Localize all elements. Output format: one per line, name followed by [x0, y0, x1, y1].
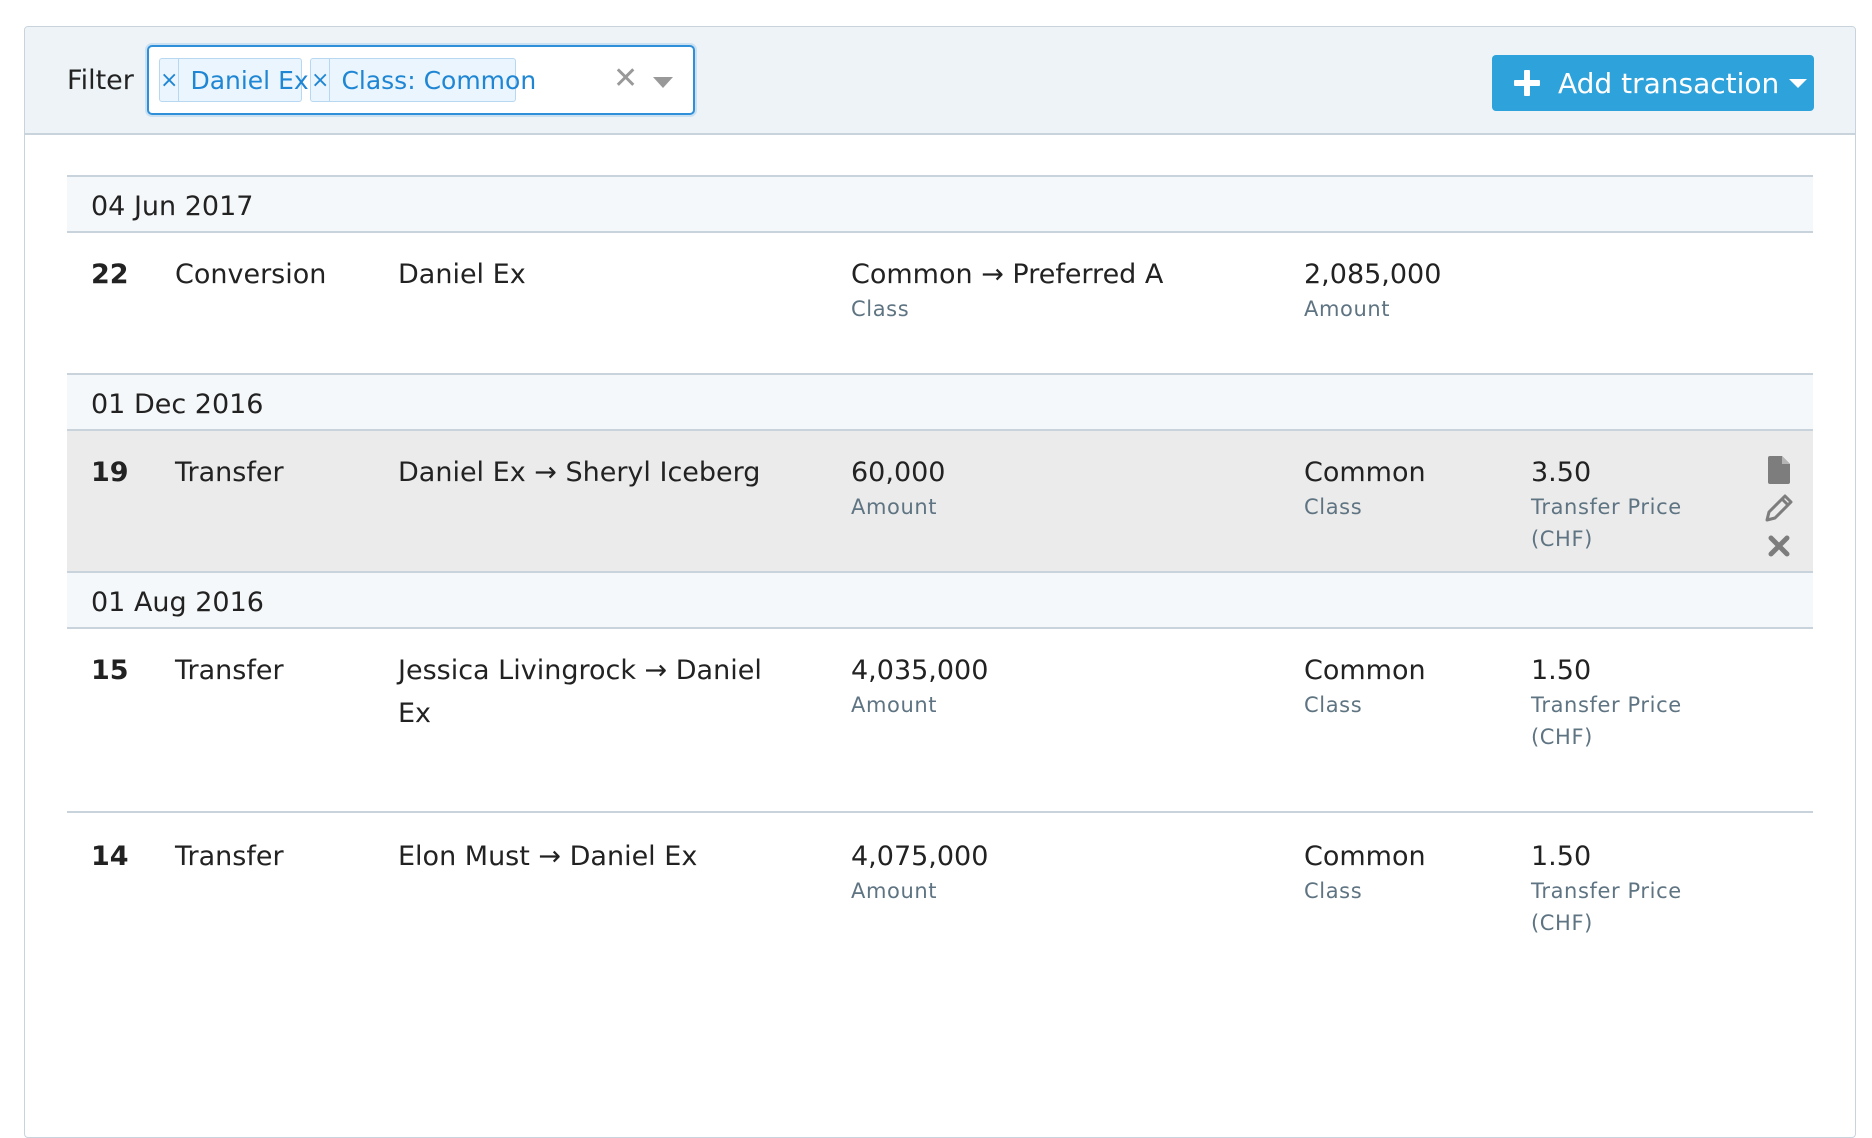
- class-value: Common: [1304, 655, 1426, 686]
- add-transaction-label: Add transaction: [1558, 66, 1780, 100]
- amount-label: Amount: [1304, 297, 1391, 321]
- amount-value: 60,000: [851, 457, 946, 488]
- transfer-price-label: Transfer Price (CHF): [1531, 495, 1682, 551]
- date-group-header: 04 Jun 2017: [67, 175, 1813, 233]
- transaction-number: 22: [91, 259, 129, 290]
- filter-label: Filter: [67, 65, 134, 96]
- transaction-type: Transfer: [175, 655, 284, 686]
- filter-chip-person: × Daniel Ex: [159, 58, 309, 102]
- amount-value: 4,035,000: [851, 655, 989, 686]
- transaction-row[interactable]: 15 Transfer Jessica Livingrock → Daniel …: [67, 629, 1813, 811]
- transaction-parties: Daniel Ex: [398, 259, 526, 290]
- transactions-panel: Filter × Daniel Ex × Class: Common ✕ Add…: [24, 26, 1856, 1138]
- amount-value: 2,085,000: [1304, 259, 1442, 290]
- transaction-number: 19: [91, 457, 129, 488]
- amount-label: Amount: [851, 693, 938, 717]
- amount-label: Amount: [851, 495, 938, 519]
- clear-filter-icon[interactable]: ✕: [613, 64, 638, 94]
- chip-remove-icon[interactable]: ×: [160, 59, 180, 101]
- transaction-type: Conversion: [175, 259, 327, 290]
- transaction-row[interactable]: 22 Conversion Daniel Ex Common → Preferr…: [67, 233, 1813, 373]
- document-icon[interactable]: [1763, 453, 1795, 487]
- transaction-row[interactable]: 14 Transfer Elon Must → Daniel Ex 4,075,…: [67, 811, 1813, 991]
- group-date: 04 Jun 2017: [91, 191, 254, 222]
- class-value: Common: [1304, 457, 1426, 488]
- chevron-down-icon: [1789, 78, 1808, 88]
- add-transaction-button[interactable]: Add transaction: [1492, 55, 1814, 111]
- dropdown-caret-icon[interactable]: [653, 77, 673, 88]
- transaction-type: Transfer: [175, 457, 284, 488]
- transaction-type: Transfer: [175, 841, 284, 872]
- transaction-parties: Jessica Livingrock → Daniel Ex: [398, 655, 762, 729]
- transfer-price-value: 1.50: [1531, 655, 1592, 686]
- transaction-number: 14: [91, 841, 129, 872]
- group-date: 01 Aug 2016: [91, 587, 264, 618]
- filter-chip-label: Daniel Ex: [190, 65, 309, 95]
- chip-remove-icon[interactable]: ×: [311, 59, 331, 101]
- row-actions: [1763, 453, 1799, 563]
- delete-x-icon[interactable]: [1763, 529, 1795, 563]
- class-label: Class: [851, 297, 910, 321]
- transaction-parties: Elon Must → Daniel Ex: [398, 841, 698, 872]
- amount-value: 4,075,000: [851, 841, 989, 872]
- filter-multiselect[interactable]: × Daniel Ex × Class: Common ✕: [147, 45, 695, 115]
- plus-icon: [1514, 70, 1540, 96]
- transaction-row[interactable]: 19 Transfer Daniel Ex → Sheryl Iceberg 6…: [67, 431, 1813, 571]
- transfer-price-label: Transfer Price (CHF): [1531, 693, 1682, 749]
- class-value: Common → Preferred A: [851, 259, 1164, 290]
- class-label: Class: [1304, 879, 1363, 903]
- filter-chip-class: × Class: Common: [310, 58, 536, 102]
- pencil-icon[interactable]: [1763, 491, 1795, 525]
- date-group-header: 01 Aug 2016: [67, 571, 1813, 629]
- amount-label: Amount: [851, 879, 938, 903]
- class-label: Class: [1304, 495, 1363, 519]
- transaction-number: 15: [91, 655, 129, 686]
- transfer-price-value: 1.50: [1531, 841, 1592, 872]
- transfer-price-label: Transfer Price (CHF): [1531, 879, 1682, 935]
- transfer-price-value: 3.50: [1531, 457, 1592, 488]
- filter-toolbar: Filter × Daniel Ex × Class: Common ✕ Add…: [25, 27, 1855, 135]
- transaction-parties: Daniel Ex → Sheryl Iceberg: [398, 457, 761, 488]
- group-date: 01 Dec 2016: [91, 389, 264, 420]
- date-group-header: 01 Dec 2016: [67, 373, 1813, 431]
- class-value: Common: [1304, 841, 1426, 872]
- class-label: Class: [1304, 693, 1363, 717]
- filter-chip-label: Class: Common: [341, 65, 537, 95]
